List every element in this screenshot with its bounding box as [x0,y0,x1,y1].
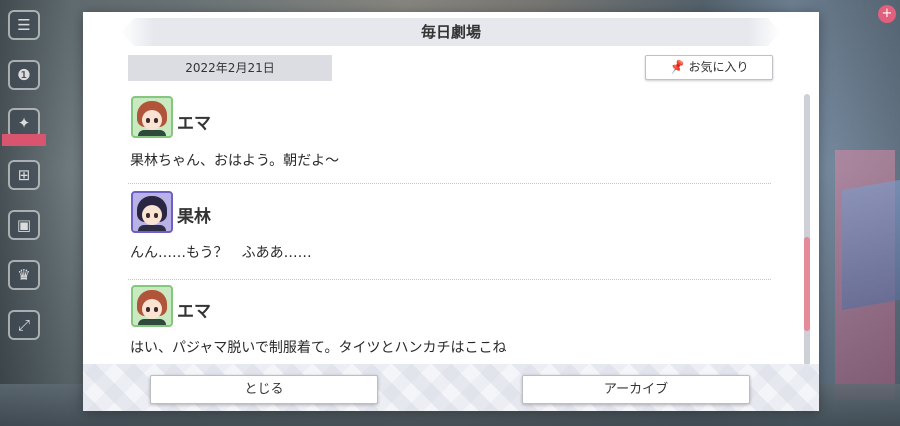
dialogue-entry: エマ はい、パジャマ脱いで制服着て。タイツとハンカチはここね [128,284,771,368]
archive-button[interactable]: アーカイブ [522,375,750,404]
chat-icon[interactable]: ❶ [8,60,40,90]
dialog-footer: とじる アーカイブ [83,364,819,411]
dialogue-list[interactable]: エマ 果林ちゃん、おはよう。朝だよ〜 果林 んん……もう？ ふああ…… エマ は [128,92,773,368]
notification-plus-icon[interactable]: + [878,5,896,23]
dialogue-line: はい、パジャマ脱いで制服着て。タイツとハンカチはここね [130,340,507,356]
speaker-name: エマ [177,114,211,134]
gift-icon[interactable]: ⊞ [8,160,40,190]
event-badge [2,134,46,146]
karin-avatar [131,191,173,233]
dialogue-line: 果林ちゃん、おはよう。朝だよ〜 [130,153,340,169]
dialog-title: 毎日劇場 [420,23,481,41]
dialogue-entry: エマ 果林ちゃん、おはよう。朝だよ〜 [128,92,771,184]
title-bar: 毎日劇場 [121,18,781,46]
speaker-name: 果林 [177,207,211,227]
daily-theater-dialog: 毎日劇場 2022年2月21日 📌 お気に入り エマ 果林ちゃん、おはよう。朝だよ… [83,12,819,411]
ema-avatar [131,285,173,327]
trophy-icon[interactable]: ♛ [8,260,40,290]
ema-avatar [131,96,173,138]
fullscreen-icon[interactable]: ⤢ [8,310,40,340]
pin-icon: 📌 [668,58,686,76]
screen-icon[interactable]: ▣ [8,210,40,240]
favorite-button[interactable]: 📌 お気に入り [645,55,773,80]
speaker-name: エマ [177,302,211,322]
dialogue-line: んん……もう？ ふああ…… [130,245,312,261]
scrollbar-thumb[interactable] [804,237,810,331]
close-button[interactable]: とじる [150,375,378,404]
favorite-label: お気に入り [688,60,749,74]
date-label: 2022年2月21日 [128,55,332,81]
scrollbar[interactable] [804,94,810,366]
background-decoration [842,179,900,311]
menu-icon[interactable]: ☰ [8,10,40,40]
dialogue-entry: 果林 んん……もう？ ふああ…… [128,188,771,280]
